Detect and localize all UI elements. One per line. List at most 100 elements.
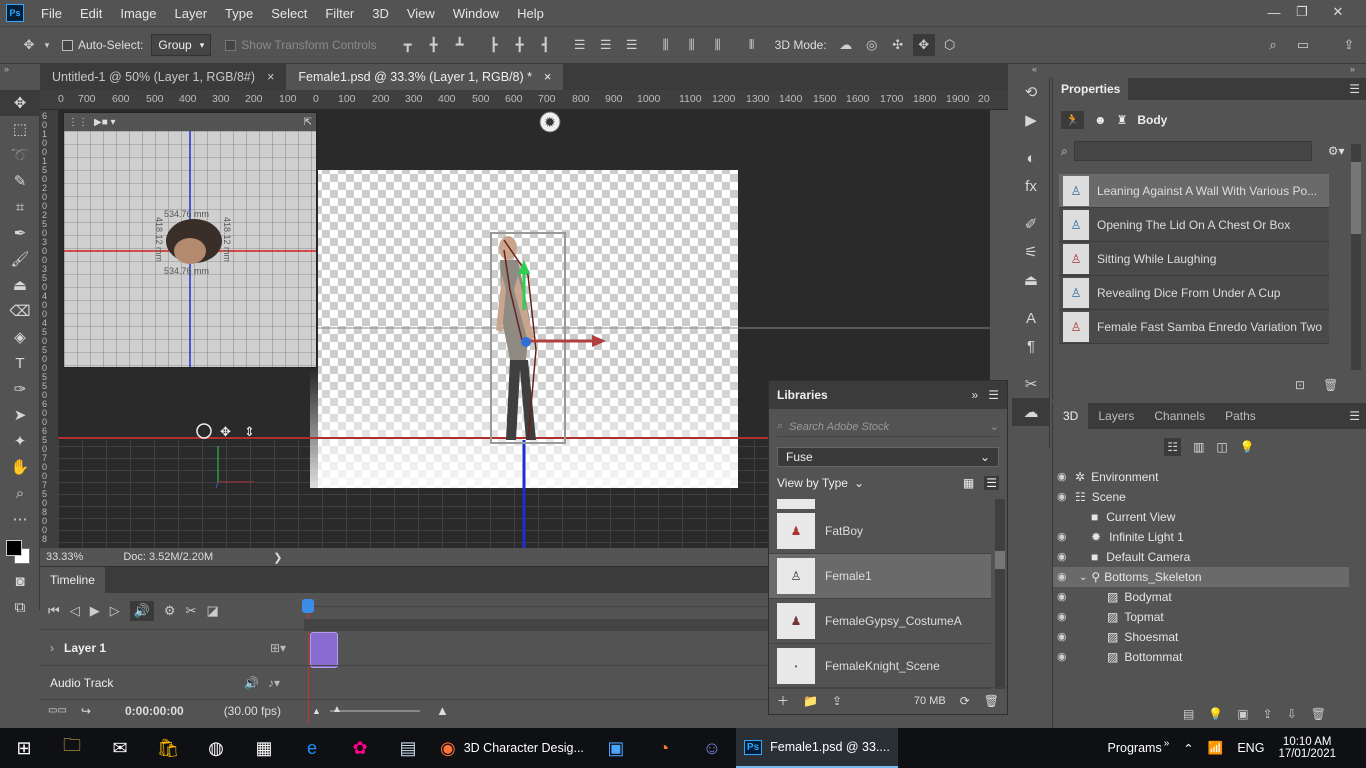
scene-row-bodymat[interactable]: ◉ ▨ Bodymat — [1053, 587, 1366, 607]
film-icon[interactable]: ⊞▾ — [270, 641, 286, 655]
taskbar-photoshop[interactable]: Ps Female1.psd @ 33.... — [735, 728, 898, 768]
remote-desktop-icon[interactable]: ▣ — [592, 728, 640, 768]
lasso-tool-icon[interactable]: ➰ — [0, 142, 40, 168]
audio-toggle-icon[interactable]: 🔊 — [129, 601, 154, 621]
unreal-engine-icon[interactable]: ◍ — [192, 728, 240, 768]
panel-menu-icon[interactable]: ☰ — [1349, 82, 1360, 96]
panel-menu-icon[interactable]: ☰ — [1349, 403, 1360, 429]
align-left-icon[interactable]: ┣ — [483, 34, 505, 56]
menu-layer[interactable]: Layer — [166, 6, 217, 21]
timeline-clip[interactable] — [310, 632, 338, 668]
taskbar-firefox[interactable]: ◉ 3D Character Desig... — [432, 728, 592, 768]
grid-view-icon[interactable]: ▦ — [963, 476, 974, 490]
properties-search-input[interactable] — [1073, 141, 1312, 161]
toolbar-collapse-icon[interactable]: » — [4, 64, 9, 74]
upload-icon[interactable]: ⇪ — [832, 694, 842, 708]
hand-tool-icon[interactable]: ✋ — [0, 454, 40, 480]
share-icon[interactable]: ⇪ — [1338, 34, 1360, 56]
chevron-right-icon[interactable]: › — [50, 641, 54, 655]
align-hcenter-icon[interactable]: ╋ — [509, 34, 531, 56]
expand-icon[interactable]: » — [972, 388, 979, 402]
playhead-icon[interactable] — [302, 599, 314, 613]
auto-select-checkbox[interactable]: Auto-Select: — [62, 38, 143, 52]
menu-edit[interactable]: Edit — [71, 6, 111, 21]
play-icon[interactable]: ▶ — [90, 603, 100, 619]
scene-row-bottoms-skeleton[interactable]: ◉ ⌄ ⚲ Bottoms_Skeleton — [1053, 567, 1349, 587]
settings-icon[interactable]: ⚙▾ — [1328, 144, 1345, 158]
list-item[interactable]: ♙ Leaning Against A Wall With Various Po… — [1059, 174, 1329, 208]
chevron-up-icon[interactable]: ⌃ — [1183, 741, 1193, 756]
path-select-tool-icon[interactable]: ➤ — [0, 402, 40, 428]
workspace-icon[interactable]: ▭ — [1292, 34, 1314, 56]
timeline-tab[interactable]: Timeline — [40, 567, 105, 593]
language-indicator[interactable]: ENG — [1237, 741, 1264, 755]
scene-row-current-view[interactable]: ■ Current View — [1053, 507, 1366, 527]
dock-collapse-icon[interactable]: « — [1032, 64, 1037, 74]
brush-tool-icon[interactable]: 🖌 — [0, 246, 40, 272]
menu-image[interactable]: Image — [111, 6, 165, 21]
gradient-tool-icon[interactable]: ◈ — [0, 324, 40, 350]
mask-icon[interactable]: ☻ — [1094, 113, 1107, 127]
pen-tool-icon[interactable]: ✑ — [0, 376, 40, 402]
paint-icon[interactable]: ✿ — [336, 728, 384, 768]
align-bottom-icon[interactable]: ┻ — [449, 34, 471, 56]
marquee-tool-icon[interactable]: ⬚ — [0, 116, 40, 142]
lights-icon[interactable]: 💡 — [1240, 440, 1255, 454]
export-icon[interactable]: ⇪ — [1263, 707, 1273, 721]
slide-3d-icon[interactable]: ✥ — [912, 34, 935, 56]
library-select[interactable]: Fuse ⌄ — [777, 447, 999, 467]
menu-window[interactable]: Window — [444, 6, 508, 21]
settings-icon[interactable]: ⚙ — [164, 603, 176, 619]
first-frame-icon[interactable]: ⏮ — [48, 603, 60, 619]
quick-mask-icon[interactable]: ◙ — [0, 568, 40, 594]
brushes-icon[interactable]: ⚟ — [1012, 238, 1050, 266]
tab-3d[interactable]: 3D — [1053, 403, 1089, 429]
search-icon[interactable]: ⌕ — [1262, 34, 1284, 56]
scrollbar-thumb[interactable] — [995, 551, 1005, 569]
menu-filter[interactable]: Filter — [316, 6, 363, 21]
add-mesh-icon[interactable]: ▤ — [1183, 707, 1194, 721]
chevron-down-icon[interactable]: ⌄ — [1079, 572, 1087, 583]
menu-help[interactable]: Help — [508, 6, 553, 21]
tab-layers[interactable]: Layers — [1088, 403, 1144, 429]
auto-select-dropdown[interactable]: Group ▾ — [151, 34, 212, 56]
list-item[interactable]: ♟ FemaleGypsy_CostumeA — [769, 599, 991, 644]
z-axis-gizmo[interactable] — [521, 337, 531, 347]
chevron-down-icon[interactable]: ⌄ — [854, 476, 864, 490]
scene-row-scene[interactable]: ◉ ☷ Scene — [1053, 487, 1366, 507]
trash-icon[interactable]: 🗑 — [1311, 707, 1326, 721]
libraries-title[interactable]: Libraries — [777, 388, 828, 402]
scene-row-bottommat[interactable]: ◉ ▨ Bottommat — [1053, 647, 1366, 667]
list-item[interactable]: ♙ Female1 — [769, 554, 991, 599]
camera-view-icon[interactable]: ▶■ ▾ — [94, 117, 116, 128]
clock[interactable]: 10:10 AM 17/01/2021 — [1278, 736, 1336, 760]
pose-icon[interactable]: 🏃 — [1061, 111, 1084, 129]
actions-play-icon[interactable]: ▶ — [1012, 106, 1050, 134]
blender-icon[interactable]: ◔ — [640, 728, 688, 768]
eye-icon[interactable]: ◉ — [1057, 612, 1071, 623]
roll-3d-icon[interactable]: ◎ — [861, 34, 883, 56]
tab-channels[interactable]: Channels — [1144, 403, 1215, 429]
discord-icon[interactable]: ☺ — [688, 728, 736, 768]
shape-tool-icon[interactable]: ✦ — [0, 428, 40, 454]
mail-icon[interactable]: ✉ — [96, 728, 144, 768]
photos-icon[interactable]: ▤ — [384, 728, 432, 768]
color-swatches[interactable] — [0, 532, 39, 568]
transition-icon[interactable]: ◪ — [206, 603, 218, 619]
add-icon[interactable]: ＋ — [777, 692, 789, 709]
properties-tab[interactable]: Properties — [1053, 78, 1129, 100]
move-tool-icon[interactable]: ✥ — [18, 34, 40, 56]
stock-search[interactable]: ⌕ Search Adobe Stock ⌄ — [777, 417, 999, 437]
edge-icon[interactable]: e — [288, 728, 336, 768]
chevron-right-icon[interactable]: » — [1164, 738, 1170, 749]
eye-icon[interactable]: ◉ — [1057, 532, 1071, 543]
character-icon[interactable]: A — [1012, 304, 1050, 332]
add-light-icon[interactable]: 💡 — [1208, 707, 1223, 721]
zoom-in-icon[interactable]: ▲ — [436, 703, 449, 718]
chevron-down-icon[interactable]: ▾ — [40, 34, 54, 56]
menu-view[interactable]: View — [398, 6, 444, 21]
crop-tool-icon[interactable]: ⌗ — [0, 194, 40, 220]
eye-icon[interactable]: ◉ — [1057, 632, 1071, 643]
paragraph-icon[interactable]: ¶ — [1012, 332, 1050, 360]
type-tool-icon[interactable]: T — [0, 350, 40, 376]
